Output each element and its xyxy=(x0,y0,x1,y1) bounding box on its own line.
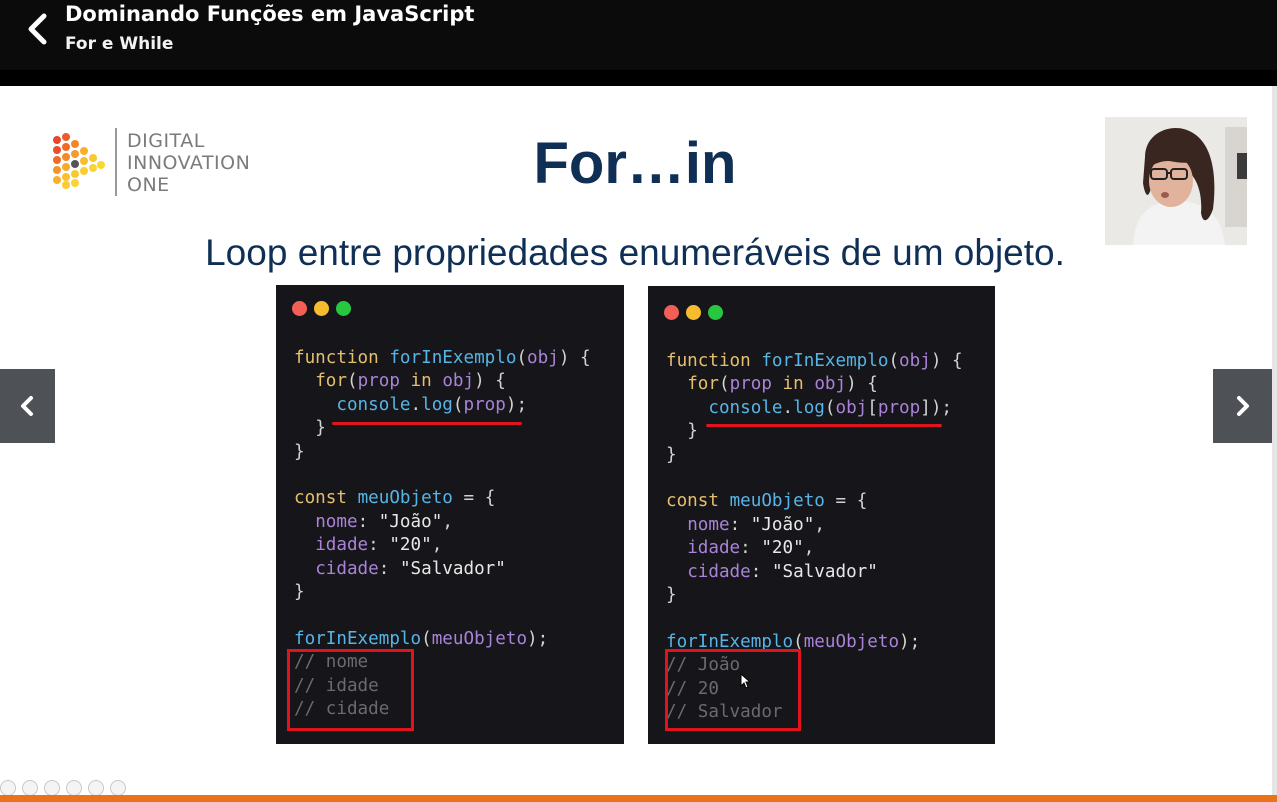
code-window-right: function forInExemplo(obj) { for(prop in… xyxy=(648,286,995,744)
slide-title: For…in xyxy=(533,131,737,196)
close-dot xyxy=(664,305,679,320)
previous-slide-button[interactable] xyxy=(0,369,55,443)
control-button[interactable] xyxy=(44,780,60,796)
logo-dots-icon xyxy=(53,133,105,189)
minimize-dot xyxy=(686,305,701,320)
code-window-left: function forInExemplo(obj) { for(prop in… xyxy=(276,285,624,744)
highlight-underline xyxy=(706,424,942,427)
logo-wordmark: DIGITAL INNOVATION ONE xyxy=(127,130,250,196)
brand-logo: DIGITAL INNOVATION ONE xyxy=(52,128,267,198)
chevron-left-icon[interactable] xyxy=(22,12,54,46)
highlight-underline xyxy=(332,422,522,425)
course-title: Dominando Funções em JavaScript xyxy=(65,2,475,26)
chevron-left-icon xyxy=(21,396,33,416)
control-button[interactable] xyxy=(110,780,126,796)
scrollbar[interactable] xyxy=(1272,86,1277,795)
control-button[interactable] xyxy=(66,780,82,796)
course-header: Dominando Funções em JavaScript For e Wh… xyxy=(0,0,1277,86)
webcam-video xyxy=(1105,117,1247,245)
control-button[interactable] xyxy=(22,780,38,796)
header-divider xyxy=(0,70,1277,86)
highlight-box xyxy=(287,649,414,731)
maximize-dot xyxy=(708,305,723,320)
window-controls xyxy=(664,305,730,324)
close-dot xyxy=(292,301,307,316)
presenter-avatar xyxy=(1105,117,1247,245)
minimize-dot xyxy=(314,301,329,316)
progress-bar xyxy=(0,795,1277,802)
lesson-title: For e While xyxy=(65,34,174,54)
highlight-box xyxy=(665,649,801,731)
mouse-cursor-icon xyxy=(740,673,750,689)
control-button[interactable] xyxy=(0,780,16,796)
next-slide-button[interactable] xyxy=(1213,369,1272,443)
slide-controls xyxy=(0,780,132,796)
chevron-right-icon xyxy=(1237,396,1249,416)
logo-line-1: DIGITAL xyxy=(127,130,205,152)
window-controls xyxy=(292,301,358,320)
slide-subtitle: Loop entre propriedades enumeráveis de u… xyxy=(205,232,1065,273)
logo-divider xyxy=(115,128,117,196)
control-button[interactable] xyxy=(88,780,104,796)
logo-line-2: INNOVATION xyxy=(127,152,251,174)
logo-line-3: ONE xyxy=(127,174,170,196)
maximize-dot xyxy=(336,301,351,316)
